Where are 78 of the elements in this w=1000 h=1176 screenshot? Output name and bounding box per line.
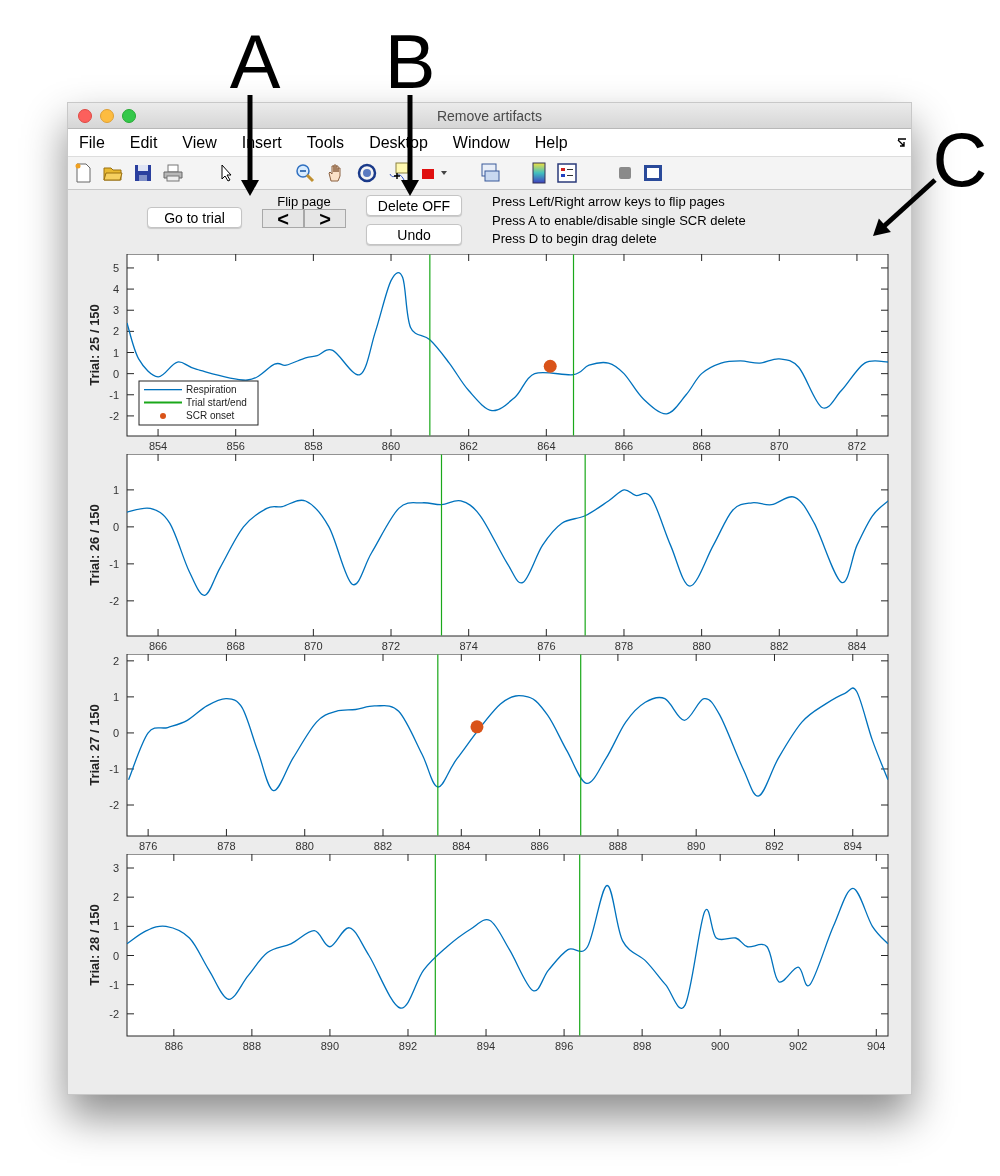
x-tick-label: 880 [692, 640, 711, 652]
y-axis-label: Trial: 26 / 150 [87, 504, 102, 586]
y-tick-label: 2 [112, 654, 119, 667]
x-tick-label: 876 [537, 640, 556, 652]
x-tick-label: 894 [476, 1040, 496, 1052]
x-tick-label: 868 [226, 640, 245, 652]
x-tick-label: 896 [554, 1040, 574, 1052]
y-tick-label: 2 [112, 891, 119, 904]
x-tick-label: 874 [459, 640, 478, 652]
y-tick-label: -1 [109, 388, 119, 401]
y-tick-label: -2 [109, 594, 119, 607]
legend-label: SCR onset [186, 410, 235, 421]
instruction-text: Press D to begin drag delete [492, 230, 658, 248]
x-tick-label: 868 [692, 440, 711, 452]
x-tick-label: 890 [687, 840, 706, 852]
y-tick-label: 0 [112, 367, 119, 380]
x-tick-label: 870 [770, 440, 789, 452]
y-tick-label: 3 [112, 862, 119, 874]
instruction-text: Press Left/Right arrow keys to flip pages [492, 193, 726, 211]
x-tick-label: 876 [138, 840, 158, 852]
x-tick-label: 878 [614, 640, 634, 652]
y-tick-label: 2 [112, 325, 119, 338]
y-tick-label: 1 [112, 483, 119, 496]
x-tick-label: 880 [295, 840, 314, 852]
y-tick-label: -1 [109, 762, 119, 775]
legend-label: Respiration [186, 384, 237, 395]
y-tick-label: 0 [112, 949, 119, 962]
y-tick-label: -2 [109, 1007, 119, 1020]
x-tick-label: 898 [632, 1040, 652, 1052]
x-tick-label: 886 [164, 1040, 183, 1052]
x-tick-label: 894 [843, 840, 862, 852]
y-tick-label: -1 [109, 557, 119, 570]
instruction-text: Press A to enable/disable single SCR delete [492, 211, 746, 230]
y-tick-label: 0 [112, 726, 119, 739]
x-tick-label: 892 [765, 840, 784, 852]
x-tick-label: 888 [242, 1040, 262, 1052]
x-tick-label: 872 [381, 640, 401, 652]
x-tick-label: 890 [320, 1040, 340, 1052]
x-tick-label: 884 [452, 840, 471, 852]
x-tick-label: 866 [148, 640, 168, 652]
x-tick-label: 882 [373, 840, 393, 852]
x-tick-label: 858 [304, 440, 323, 452]
y-tick-label: -2 [109, 409, 119, 422]
legend-label: Trial start/end [186, 397, 247, 408]
x-tick-label: 860 [381, 440, 401, 452]
y-tick-label: -1 [109, 978, 119, 991]
x-tick-label: 864 [537, 440, 556, 452]
x-tick-label: 884 [847, 640, 867, 652]
x-tick-label: 882 [770, 640, 789, 652]
flip-page-label: Flip page [277, 194, 331, 209]
x-tick-label: 900 [711, 1040, 730, 1052]
y-tick-label: 4 [112, 283, 119, 296]
y-tick-label: 3 [112, 304, 119, 317]
x-tick-label: 902 [789, 1040, 808, 1052]
x-tick-label: 888 [608, 840, 628, 852]
x-tick-label: 904 [867, 1040, 886, 1052]
y-axis-label: Trial: 28 / 150 [87, 904, 102, 986]
x-tick-label: 892 [398, 1040, 418, 1052]
x-tick-label: 872 [847, 440, 867, 452]
x-tick-label: 862 [459, 440, 478, 452]
annotation-letter: C [931, 120, 989, 200]
y-tick-label: 1 [112, 690, 119, 703]
window-title: Remove artifacts [436, 107, 542, 124]
annotation-letter: A [228, 22, 282, 102]
y-tick-label: -2 [109, 799, 119, 811]
x-tick-label: 854 [148, 440, 168, 452]
y-tick-label: 1 [112, 920, 119, 933]
x-tick-label: 866 [614, 440, 634, 452]
x-tick-label: 886 [530, 840, 549, 852]
y-axis-label: Trial: 27 / 150 [87, 704, 102, 786]
y-tick-label: 0 [112, 520, 119, 533]
y-axis-label: Trial: 25 / 150 [87, 304, 102, 386]
annotation-letter: B [383, 22, 437, 102]
y-tick-label: 5 [112, 261, 119, 274]
x-tick-label: 878 [217, 840, 236, 852]
y-tick-label: 1 [112, 346, 119, 359]
x-tick-label: 870 [304, 640, 323, 652]
x-tick-label: 856 [226, 440, 245, 452]
